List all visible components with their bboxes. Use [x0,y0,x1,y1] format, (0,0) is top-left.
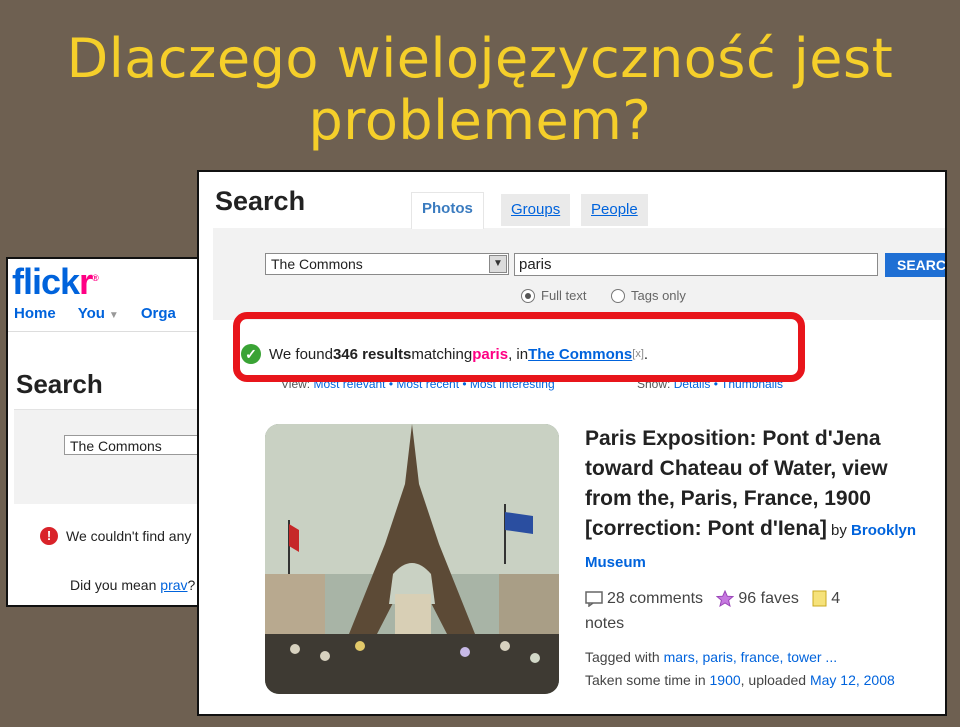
chevron-down-icon: ▼ [108,310,119,321]
result-meta: Tagged with mars, paris, france, tower .… [585,646,925,692]
flickr-nav: Home You ▼ Orga [14,305,176,322]
tab-people[interactable]: People [581,194,648,226]
flickr-logo[interactable]: flickr® [12,261,99,303]
chevron-down-icon[interactable]: ▼ [489,255,507,273]
error-text: We couldn't find any [66,528,192,544]
radio-full-text[interactable]: Full text [521,288,587,303]
radio-tags-only[interactable]: Tags only [611,288,686,303]
tab-photos[interactable]: Photos [411,192,484,229]
result-stats: 28 comments 96 faves 4 notes [585,586,885,636]
comment-icon [585,591,603,607]
flickr-error-screenshot: flickr® Home You ▼ Orga Search The Common… [6,257,216,607]
suggestion-link[interactable]: prav [160,577,187,593]
result-item: Paris Exposition: Pont d'Jena toward Cha… [585,427,917,571]
slide-title: Dlaczego wielojęzyczność jest problemem? [0,28,960,152]
did-you-mean: Did you mean prav? [70,577,196,593]
scope-select[interactable]: The Commons ▼ [265,253,509,275]
nav-home[interactable]: Home [14,305,56,322]
eiffel-tower-photo [265,424,559,694]
star-icon [716,590,735,608]
upload-date-link[interactable]: May 12, 2008 [810,672,895,688]
faves[interactable]: 96 faves [716,590,803,608]
flickr-results-screenshot: Search Photos Groups People The Commons … [197,170,947,716]
tab-groups[interactable]: Groups [501,194,571,226]
search-panel [14,409,214,504]
search-input[interactable]: paris [514,253,878,276]
taken-line: Taken some time in 1900, uploaded May 12… [585,672,895,688]
radio-unselected-icon [611,288,625,303]
page-title: Search [215,186,306,216]
highlight-annotation [233,312,805,382]
search-button[interactable]: SEARC [885,253,945,277]
error-message: ! We couldn't find any [40,527,191,545]
nav-organize[interactable]: Orga [141,305,176,322]
note-icon [812,590,827,607]
tag-links[interactable]: mars, paris, france, tower ... [664,649,838,665]
nav-you[interactable]: You ▼ [78,305,119,322]
error-icon: ! [40,527,58,545]
scope-select[interactable]: The Commons [64,435,214,455]
slide-title-line-1: Dlaczego wielojęzyczność jest [66,27,894,90]
slide-title-line-2: problemem? [308,89,652,152]
taken-year-link[interactable]: 1900 [710,672,741,688]
tags-line: Tagged with mars, paris, france, tower .… [585,649,838,665]
comments[interactable]: 28 comments [585,590,708,607]
page-title: Search [16,369,103,399]
result-photo[interactable] [265,424,559,694]
radio-selected-icon [521,288,535,303]
divider [8,331,214,332]
